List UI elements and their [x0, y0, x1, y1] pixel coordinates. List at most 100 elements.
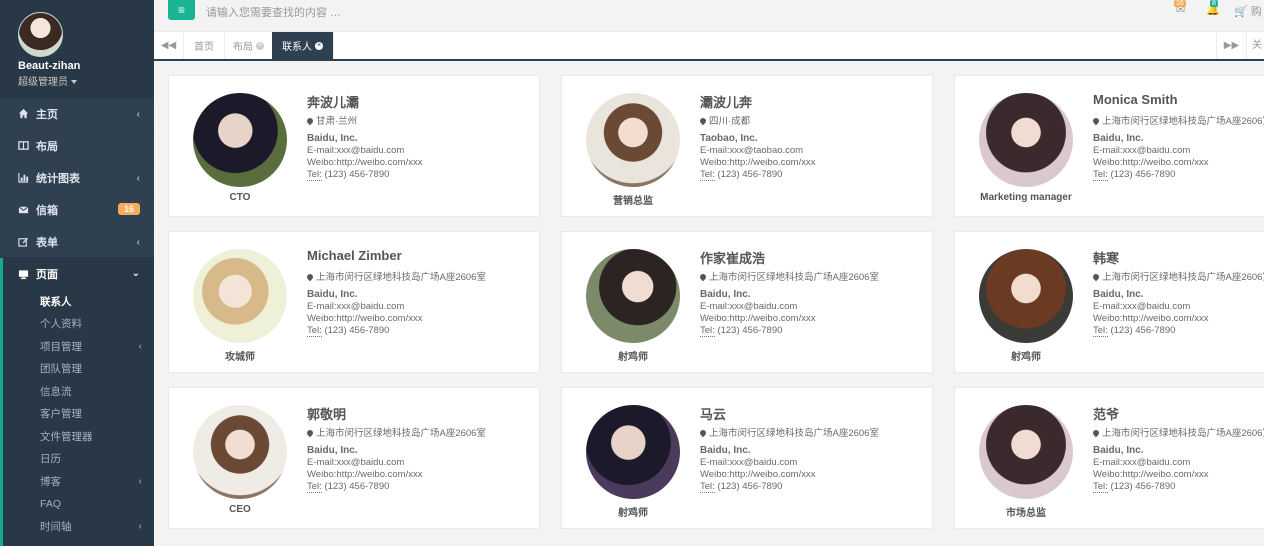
home-icon — [18, 108, 29, 119]
contact-info: 奔波儿灞 甘肃·兰州 Baidu, Inc. E-mail:xxx@baidu.… — [307, 92, 539, 181]
contact-name: 马云 — [700, 407, 727, 422]
contact-card[interactable]: 射鸡师 韩寒 上海市闵行区绿地科技岛广场A座2606室 Baidu, Inc. … — [954, 231, 1264, 373]
contact-card[interactable]: CEO 郭敬明 上海市闵行区绿地科技岛广场A座2606室 Baidu, Inc.… — [168, 387, 540, 529]
tabs-scroll-right-button[interactable]: ▶▶ — [1216, 32, 1246, 59]
sidebar-item-label: 表单 — [36, 236, 58, 249]
cart-label: 购 — [1250, 6, 1262, 18]
contact-email: E-mail:xxx@baidu.com — [307, 457, 405, 468]
contact-location-text: 上海市闵行区绿地科技岛广场A座2606室 — [709, 272, 879, 282]
contact-info: 范爷 上海市闵行区绿地科技岛广场A座2606室 Baidu, Inc. E-ma… — [1093, 404, 1264, 493]
sidebar-item-forms[interactable]: 表单 ‹ — [0, 226, 154, 258]
desktop-icon — [18, 269, 29, 279]
contact-phone: Tel: (123) 456-7890 — [700, 169, 932, 181]
envelope-icon — [18, 206, 29, 214]
contact-card[interactable]: 营销总监 灞波儿奔 四川·成都 Taobao, Inc. E-mail:xxx@… — [561, 75, 933, 217]
top-bar: ≡ 请输入您需要查找的内容 … ✉ 16 🔔 8 🛒 购 — [154, 0, 1264, 32]
sidebar-subitem-file-manager[interactable]: 文件管理器 — [3, 425, 154, 448]
chevron-left-icon: ‹ — [138, 475, 142, 487]
contact-role: 市场总监 — [1006, 508, 1046, 519]
contact-location-text: 上海市闵行区绿地科技岛广场A座2606室 — [316, 272, 486, 282]
avatar[interactable] — [18, 12, 63, 57]
contact-role: CTO — [229, 192, 251, 203]
sidebar-item-pages-header[interactable]: 页面 ⌄ — [3, 258, 154, 290]
tel-label: Tel: — [307, 169, 322, 181]
contact-location: 上海市闵行区绿地科技岛广场A座2606室 — [307, 269, 539, 282]
tab-home[interactable]: 首页 — [184, 32, 225, 59]
contact-photo — [193, 93, 287, 187]
contact-weibo: Weibo:http://weibo.com/xxx — [1093, 313, 1209, 324]
menu-toggle-button[interactable]: ≡ — [168, 0, 195, 20]
caret-down-icon — [71, 80, 77, 85]
sidebar-item-charts[interactable]: 统计图表 ‹ — [0, 162, 154, 194]
contact-weibo: Weibo:http://weibo.com/xxx — [700, 313, 816, 324]
sidebar-subitem-calendar[interactable]: 日历 — [3, 448, 154, 471]
contact-card[interactable]: 射鸡师 马云 上海市闵行区绿地科技岛广场A座2606室 Baidu, Inc. … — [561, 387, 933, 529]
notification-count-badge: 8 — [1210, 0, 1218, 7]
mail-button[interactable]: ✉ 16 — [1174, 0, 1186, 16]
chevron-left-icon: ‹ — [136, 109, 140, 120]
sidebar-subitem-faq[interactable]: FAQ — [3, 493, 154, 516]
sidebar-subitem-teams[interactable]: 团队管理 — [3, 358, 154, 381]
contact-name: 灞波儿奔 — [700, 95, 753, 110]
tel-label: Tel: — [700, 169, 715, 181]
contact-company: Baidu, Inc. — [1093, 289, 1144, 300]
sidebar-subitem-timeline[interactable]: 时间轴 ‹ — [3, 515, 154, 538]
sidebar-subitem-profile[interactable]: 个人资料 — [3, 313, 154, 336]
tab-contacts[interactable]: 联系人 × — [272, 32, 334, 59]
search-input[interactable]: 请输入您需要查找的内容 … — [206, 4, 341, 20]
sidebar-subitem-blog[interactable]: 博客 ‹ — [3, 470, 154, 493]
double-chevron-right-icon: ▶▶ — [1223, 40, 1240, 51]
contact-role: 攻城师 — [225, 352, 255, 363]
sidebar-item-label: 主页 — [36, 108, 58, 121]
sidebar-item-home[interactable]: 主页 ‹ — [0, 98, 154, 130]
sidebar-subitem-contacts[interactable]: 联系人 — [3, 290, 154, 313]
contact-card[interactable]: 市场总监 范爷 上海市闵行区绿地科技岛广场A座2606室 Baidu, Inc.… — [954, 387, 1264, 529]
notifications-button[interactable]: 🔔 8 — [1206, 0, 1220, 16]
user-role-dropdown[interactable]: 超级管理员 — [18, 73, 154, 88]
tabs-scroll-left-button[interactable]: ◀◀ — [154, 32, 184, 59]
tel-label: Tel: — [307, 481, 322, 493]
contact-email: E-mail:xxx@taobao.com — [700, 145, 804, 156]
contact-role: Marketing manager — [980, 192, 1072, 203]
contact-phone: Tel: (123) 456-7890 — [307, 169, 539, 181]
contact-photo — [193, 249, 287, 343]
contact-role: 射鸡师 — [618, 352, 648, 363]
sidebar-item-layout[interactable]: 布局 — [0, 130, 154, 162]
contact-name: Michael Zimber — [307, 248, 402, 263]
contact-name: 作家崔成浩 — [700, 251, 766, 266]
contact-phone: Tel: (123) 456-7890 — [700, 481, 932, 493]
close-tabs-button[interactable]: 关 — [1246, 32, 1264, 59]
contact-company: Taobao, Inc. — [700, 133, 758, 144]
cart-button[interactable]: 🛒 购 — [1234, 3, 1262, 19]
sidebar-subitem-feed[interactable]: 信息流 — [3, 380, 154, 403]
contact-location: 上海市闵行区绿地科技岛广场A座2606室 — [700, 425, 932, 438]
contact-location-text: 上海市闵行区绿地科技岛广场A座2606室 — [316, 428, 486, 438]
tel-label: Tel: — [700, 481, 715, 493]
contact-phone: Tel: (123) 456-7890 — [1093, 325, 1264, 337]
contact-company: Baidu, Inc. — [1093, 445, 1144, 456]
tel-number: (123) 456-7890 — [717, 169, 783, 180]
tab-label: 首页 — [194, 42, 214, 53]
sidebar-item-mailbox[interactable]: 信箱 16 — [0, 194, 154, 226]
contact-card[interactable]: Marketing manager Monica Smith 上海市闵行区绿地科… — [954, 75, 1264, 217]
contact-card[interactable]: CTO 奔波儿灞 甘肃·兰州 Baidu, Inc. E-mail:xxx@ba… — [168, 75, 540, 217]
contact-location: 上海市闵行区绿地科技岛广场A座2606室 — [307, 425, 539, 438]
contact-card[interactable]: 攻城师 Michael Zimber 上海市闵行区绿地科技岛广场A座2606室 … — [168, 231, 540, 373]
map-marker-icon — [307, 116, 315, 126]
close-icon[interactable]: × — [315, 41, 323, 50]
close-icon[interactable]: × — [256, 41, 264, 50]
tel-label: Tel: — [1093, 481, 1108, 493]
sidebar-subitem-clients[interactable]: 客户管理 — [3, 403, 154, 426]
contact-photo — [979, 249, 1073, 343]
sidebar-subitem-projects[interactable]: 项目管理 ‹ — [3, 335, 154, 358]
contact-phone: Tel: (123) 456-7890 — [307, 325, 539, 337]
tab-layout[interactable]: 布局 × — [223, 32, 275, 59]
sidebar: Beaut-zihan 超级管理员 主页 ‹ 布局 统计图表 ‹ 信箱 16 表… — [0, 0, 154, 546]
contact-email: E-mail:xxx@baidu.com — [1093, 457, 1191, 468]
contact-role: CEO — [229, 504, 251, 515]
contact-email: E-mail:xxx@baidu.com — [307, 145, 405, 156]
contact-weibo: Weibo:http://weibo.com/xxx — [700, 469, 816, 480]
contact-location: 上海市闵行区绿地科技岛广场A座2606室 — [700, 269, 932, 282]
contact-card[interactable]: 射鸡师 作家崔成浩 上海市闵行区绿地科技岛广场A座2606室 Baidu, In… — [561, 231, 933, 373]
sidebar-nav: 主页 ‹ 布局 统计图表 ‹ 信箱 16 表单 ‹ 页面 ⌄ 联系人 个人资料 … — [0, 98, 154, 546]
